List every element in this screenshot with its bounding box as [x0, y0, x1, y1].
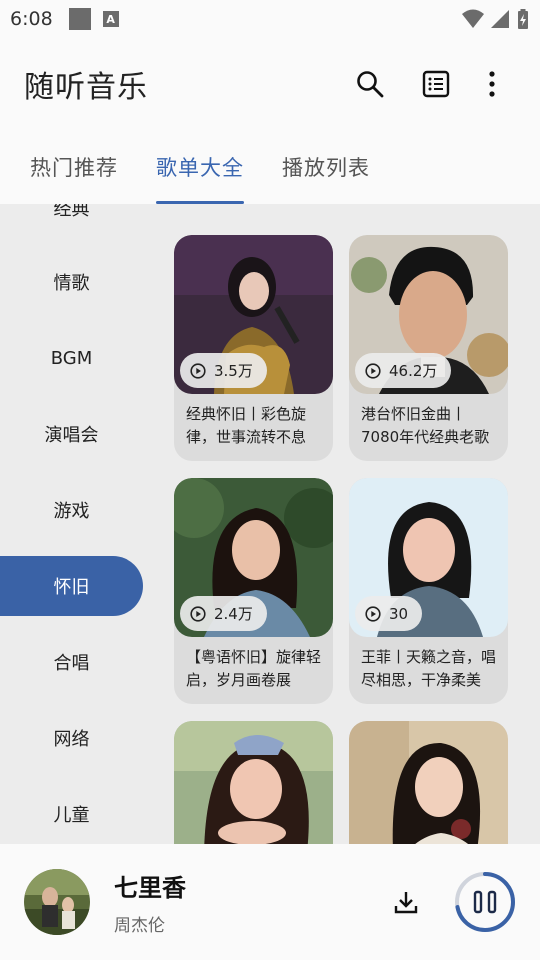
category-item[interactable]: 儿童 — [0, 784, 143, 844]
category-item[interactable]: 合唱 — [0, 632, 143, 692]
category-item[interactable]: 经典 — [0, 204, 143, 238]
play-count: 3.5万 — [214, 362, 253, 380]
play-circle-icon — [190, 362, 206, 379]
playlist-card[interactable]: 3.5万 经典怀旧丨彩色旋律，世事流转不息 — [174, 235, 333, 461]
playlist-card[interactable]: 2.4万 【粤语怀旧】旋律轻启，岁月画卷展 — [174, 478, 333, 704]
notification-square-icon — [68, 8, 91, 30]
play-count-badge: 3.5万 — [180, 353, 267, 388]
tab-play-list[interactable]: 播放列表 — [282, 130, 370, 204]
category-item[interactable]: 演唱会 — [0, 404, 143, 464]
list-icon — [422, 70, 450, 98]
category-item-active[interactable]: 怀旧 — [0, 556, 143, 616]
download-icon — [394, 892, 418, 914]
play-count: 46.2万 — [389, 362, 438, 380]
app-title: 随听音乐 — [24, 70, 148, 105]
playlist-title: 经典怀旧丨彩色旋律，世事流转不息 — [186, 405, 307, 446]
play-count-badge: 2.4万 — [180, 596, 267, 631]
tab-hot[interactable]: 热门推荐 — [30, 130, 118, 204]
song-info: 七里香 周杰伦 — [114, 868, 186, 936]
app-bar: 随听音乐 — [0, 38, 540, 130]
play-circle-icon — [365, 362, 381, 379]
download-button[interactable] — [386, 882, 426, 922]
playlist-grid: 3.5万 经典怀旧丨彩色旋律，世事流转不息 46.2万 港台怀旧金曲丨7080年… — [150, 204, 540, 844]
tab-playlists[interactable]: 歌单大全 — [156, 130, 244, 204]
category-item[interactable]: 网络 — [0, 708, 143, 768]
notification-a-icon: A — [102, 11, 119, 27]
more-vert-icon — [489, 71, 495, 97]
search-button[interactable] — [346, 60, 394, 108]
category-item[interactable]: 游戏 — [0, 480, 143, 540]
song-artist: 周杰伦 — [114, 916, 165, 936]
play-count-badge: 30 — [355, 596, 423, 631]
playlist-title: 王菲丨天籁之音，唱尽相思，干净柔美 — [361, 648, 497, 689]
pause-icon — [473, 890, 497, 914]
play-count-badge: 46.2万 — [355, 353, 452, 388]
playlist-title: 港台怀旧金曲丨7080年代经典老歌 — [361, 405, 490, 446]
play-circle-icon — [190, 605, 206, 622]
wifi-icon — [462, 9, 484, 28]
mini-player[interactable]: 七里香 周杰伦 — [0, 844, 540, 960]
category-sidebar[interactable]: 经典 情歌 BGM 演唱会 游戏 怀旧 合唱 网络 儿童 — [0, 204, 150, 844]
play-count: 2.4万 — [214, 605, 253, 623]
tab-bar: 热门推荐 歌单大全 播放列表 — [0, 130, 540, 204]
playlist-card[interactable]: 46.2万 港台怀旧金曲丨7080年代经典老歌 — [349, 235, 508, 461]
more-button[interactable] — [468, 60, 516, 108]
battery-icon — [518, 9, 528, 29]
playlist-title: 【粤语怀旧】旋律轻启，岁月画卷展 — [186, 648, 322, 689]
song-title: 七里香 — [114, 874, 186, 902]
play-pause-button[interactable] — [454, 871, 516, 933]
search-icon — [357, 71, 384, 98]
playlist-cover — [174, 721, 333, 844]
content-area: 经典 情歌 BGM 演唱会 游戏 怀旧 合唱 网络 儿童 3.5万 经典怀旧丨彩… — [0, 204, 540, 844]
playlist-cover — [349, 721, 508, 844]
playlist-card[interactable] — [349, 721, 508, 844]
playlist-card[interactable]: 30 王菲丨天籁之音，唱尽相思，干净柔美 — [349, 478, 508, 704]
status-time: 6:08 — [10, 8, 53, 30]
album-cover — [24, 869, 90, 935]
category-item[interactable]: BGM — [0, 328, 143, 388]
play-count: 30 — [389, 604, 409, 623]
signal-icon — [491, 10, 509, 28]
playlist-button[interactable] — [412, 60, 460, 108]
progress-ring — [455, 872, 515, 932]
play-circle-icon — [365, 605, 381, 622]
status-bar: 6:08 A — [0, 0, 540, 38]
playlist-card[interactable] — [174, 721, 333, 844]
category-item[interactable]: 情歌 — [0, 252, 143, 312]
